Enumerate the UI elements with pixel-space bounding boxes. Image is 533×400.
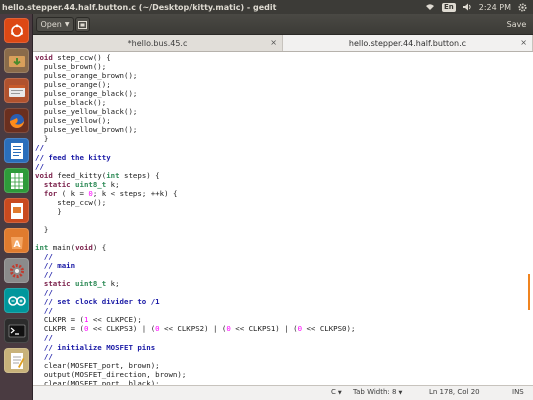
wifi-icon[interactable] xyxy=(425,3,435,11)
gedit-header-bar: Open ▼ Save xyxy=(33,14,533,35)
code-line[interactable]: // xyxy=(35,306,355,315)
new-document-icon xyxy=(78,20,87,29)
open-button-label: Open xyxy=(40,20,62,29)
terminal-icon[interactable] xyxy=(4,318,29,343)
tab-hello-bus[interactable]: *hello.bus.45.c × xyxy=(33,35,283,51)
tab-label: *hello.bus.45.c xyxy=(127,38,188,48)
code-line[interactable]: pulse_orange(); xyxy=(35,80,355,89)
arduino-icon[interactable] xyxy=(4,288,29,313)
code-line[interactable]: for ( k = 0; k < steps; ++k) { xyxy=(35,189,355,198)
insert-mode: INS xyxy=(512,388,524,396)
code-line[interactable]: void feed_kitty(int steps) { xyxy=(35,171,355,180)
keyboard-layout-indicator[interactable]: En xyxy=(442,2,456,12)
document-tabs: *hello.bus.45.c × hello.stepper.44.half.… xyxy=(33,35,533,52)
launcher: A xyxy=(0,14,33,400)
new-tab-button[interactable] xyxy=(75,17,90,32)
window-title: hello.stepper.44.half.button.c (~/Deskto… xyxy=(2,2,277,12)
tab-width-label: Tab Width: 8 xyxy=(353,388,397,396)
code-line[interactable]: // xyxy=(35,352,355,361)
code-line[interactable] xyxy=(35,234,355,243)
libreoffice-writer-icon[interactable] xyxy=(4,138,29,163)
code-line[interactable]: // main xyxy=(35,261,355,270)
system-settings-icon[interactable] xyxy=(4,258,29,283)
language-selector[interactable]: C ▼ xyxy=(331,388,342,396)
code-line[interactable]: pulse_brown(); xyxy=(35,62,355,71)
chevron-down-icon: ▼ xyxy=(64,21,70,28)
open-button[interactable]: Open ▼ xyxy=(36,17,74,32)
code-line[interactable]: pulse_yellow(); xyxy=(35,116,355,125)
code-line[interactable]: CLKPR = (1 << CLKPCE); xyxy=(35,315,355,324)
code-line[interactable]: step_ccw(); xyxy=(35,198,355,207)
volume-icon[interactable] xyxy=(462,3,472,11)
code-line[interactable]: void step_ccw() { xyxy=(35,53,355,62)
code-line[interactable] xyxy=(35,216,355,225)
tab-label: hello.stepper.44.half.button.c xyxy=(348,38,467,48)
tab-width-selector[interactable]: Tab Width: 8 ▼ xyxy=(353,388,402,396)
firefox-icon[interactable] xyxy=(4,108,29,133)
libreoffice-impress-icon[interactable] xyxy=(4,198,29,223)
code-editor[interactable]: void step_ccw() { pulse_brown(); pulse_o… xyxy=(33,52,533,385)
code-line[interactable]: pulse_black(); xyxy=(35,98,355,107)
code-line[interactable]: output(MOSFET_direction, brown); xyxy=(35,370,355,379)
code-line[interactable]: // xyxy=(35,288,355,297)
close-icon[interactable]: × xyxy=(520,38,527,47)
software-center-icon[interactable]: A xyxy=(4,228,29,253)
code-line[interactable]: clear(MOSFET_port, brown); xyxy=(35,361,355,370)
svg-text:A: A xyxy=(13,240,20,250)
tab-hello-stepper[interactable]: hello.stepper.44.half.button.c × xyxy=(283,35,533,51)
code-line[interactable]: // xyxy=(35,143,355,152)
code-text[interactable]: void step_ccw() { pulse_brown(); pulse_o… xyxy=(35,53,355,385)
code-line[interactable]: static uint8_t k; xyxy=(35,279,355,288)
code-line[interactable]: // initialize MOSFET pins xyxy=(35,343,355,352)
chevron-down-icon: ▼ xyxy=(398,390,403,396)
chevron-down-icon: ▼ xyxy=(337,390,342,396)
code-line[interactable]: pulse_yellow_black(); xyxy=(35,107,355,116)
code-line[interactable]: } xyxy=(35,225,355,234)
system-tray: En 2:24 PM xyxy=(425,0,527,14)
top-panel: hello.stepper.44.half.button.c (~/Deskto… xyxy=(0,0,533,14)
code-line[interactable]: // xyxy=(35,333,355,342)
code-line[interactable]: pulse_orange_black(); xyxy=(35,89,355,98)
libreoffice-calc-icon[interactable] xyxy=(4,168,29,193)
overview-scroll-indicator[interactable] xyxy=(528,274,530,310)
code-line[interactable]: pulse_orange_brown(); xyxy=(35,71,355,80)
gedit-icon[interactable] xyxy=(4,348,29,373)
language-label: C xyxy=(331,388,336,396)
code-line[interactable]: static uint8_t k; xyxy=(35,180,355,189)
settings-gear-icon[interactable] xyxy=(518,2,527,12)
clock[interactable]: 2:24 PM xyxy=(479,3,511,12)
code-line[interactable]: CLKPR = (0 << CLKPS3) | (0 << CLKPS2) | … xyxy=(35,324,356,333)
save-button[interactable]: Save xyxy=(504,17,529,32)
code-line[interactable]: // xyxy=(35,270,355,279)
code-line[interactable]: // set clock divider to /1 xyxy=(35,297,355,306)
code-line[interactable]: } xyxy=(35,134,355,143)
code-line[interactable]: // feed the kitty xyxy=(35,153,355,162)
code-line[interactable]: // xyxy=(35,162,355,171)
code-line[interactable]: int main(void) { xyxy=(35,243,355,252)
file-manager-icon[interactable] xyxy=(4,78,29,103)
close-icon[interactable]: × xyxy=(270,38,277,47)
status-bar: C ▼ Tab Width: 8 ▼ Ln 178, Col 20 INS xyxy=(33,385,533,400)
code-line[interactable]: // xyxy=(35,252,355,261)
dash-home-icon[interactable] xyxy=(4,18,29,43)
code-line[interactable]: pulse_yellow_brown(); xyxy=(35,125,355,134)
files-icon[interactable] xyxy=(4,48,29,73)
cursor-position: Ln 178, Col 20 xyxy=(429,388,480,396)
code-line[interactable]: } xyxy=(35,207,355,216)
